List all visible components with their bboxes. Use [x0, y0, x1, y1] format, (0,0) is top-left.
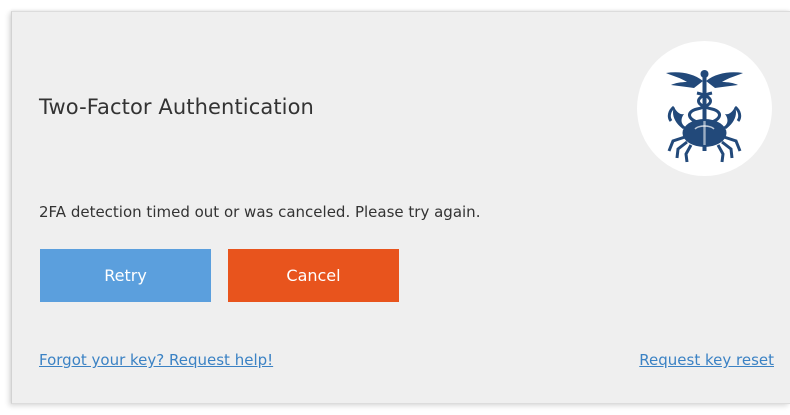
retry-button-label: Retry: [104, 266, 147, 285]
two-factor-dialog: Two-Factor Authentication 2FA detection …: [11, 11, 790, 404]
status-message: 2FA detection timed out or was canceled.…: [39, 203, 481, 221]
request-key-reset-link[interactable]: Request key reset: [639, 351, 774, 369]
cancel-button-label: Cancel: [286, 266, 341, 285]
caduceus-crab-logo-icon: [666, 70, 743, 163]
cancel-button[interactable]: Cancel: [228, 249, 399, 302]
request-help-link[interactable]: Forgot your key? Request help!: [39, 351, 273, 369]
retry-button[interactable]: Retry: [40, 249, 211, 302]
dialog-title: Two-Factor Authentication: [39, 95, 314, 119]
logo-badge: [637, 41, 772, 176]
